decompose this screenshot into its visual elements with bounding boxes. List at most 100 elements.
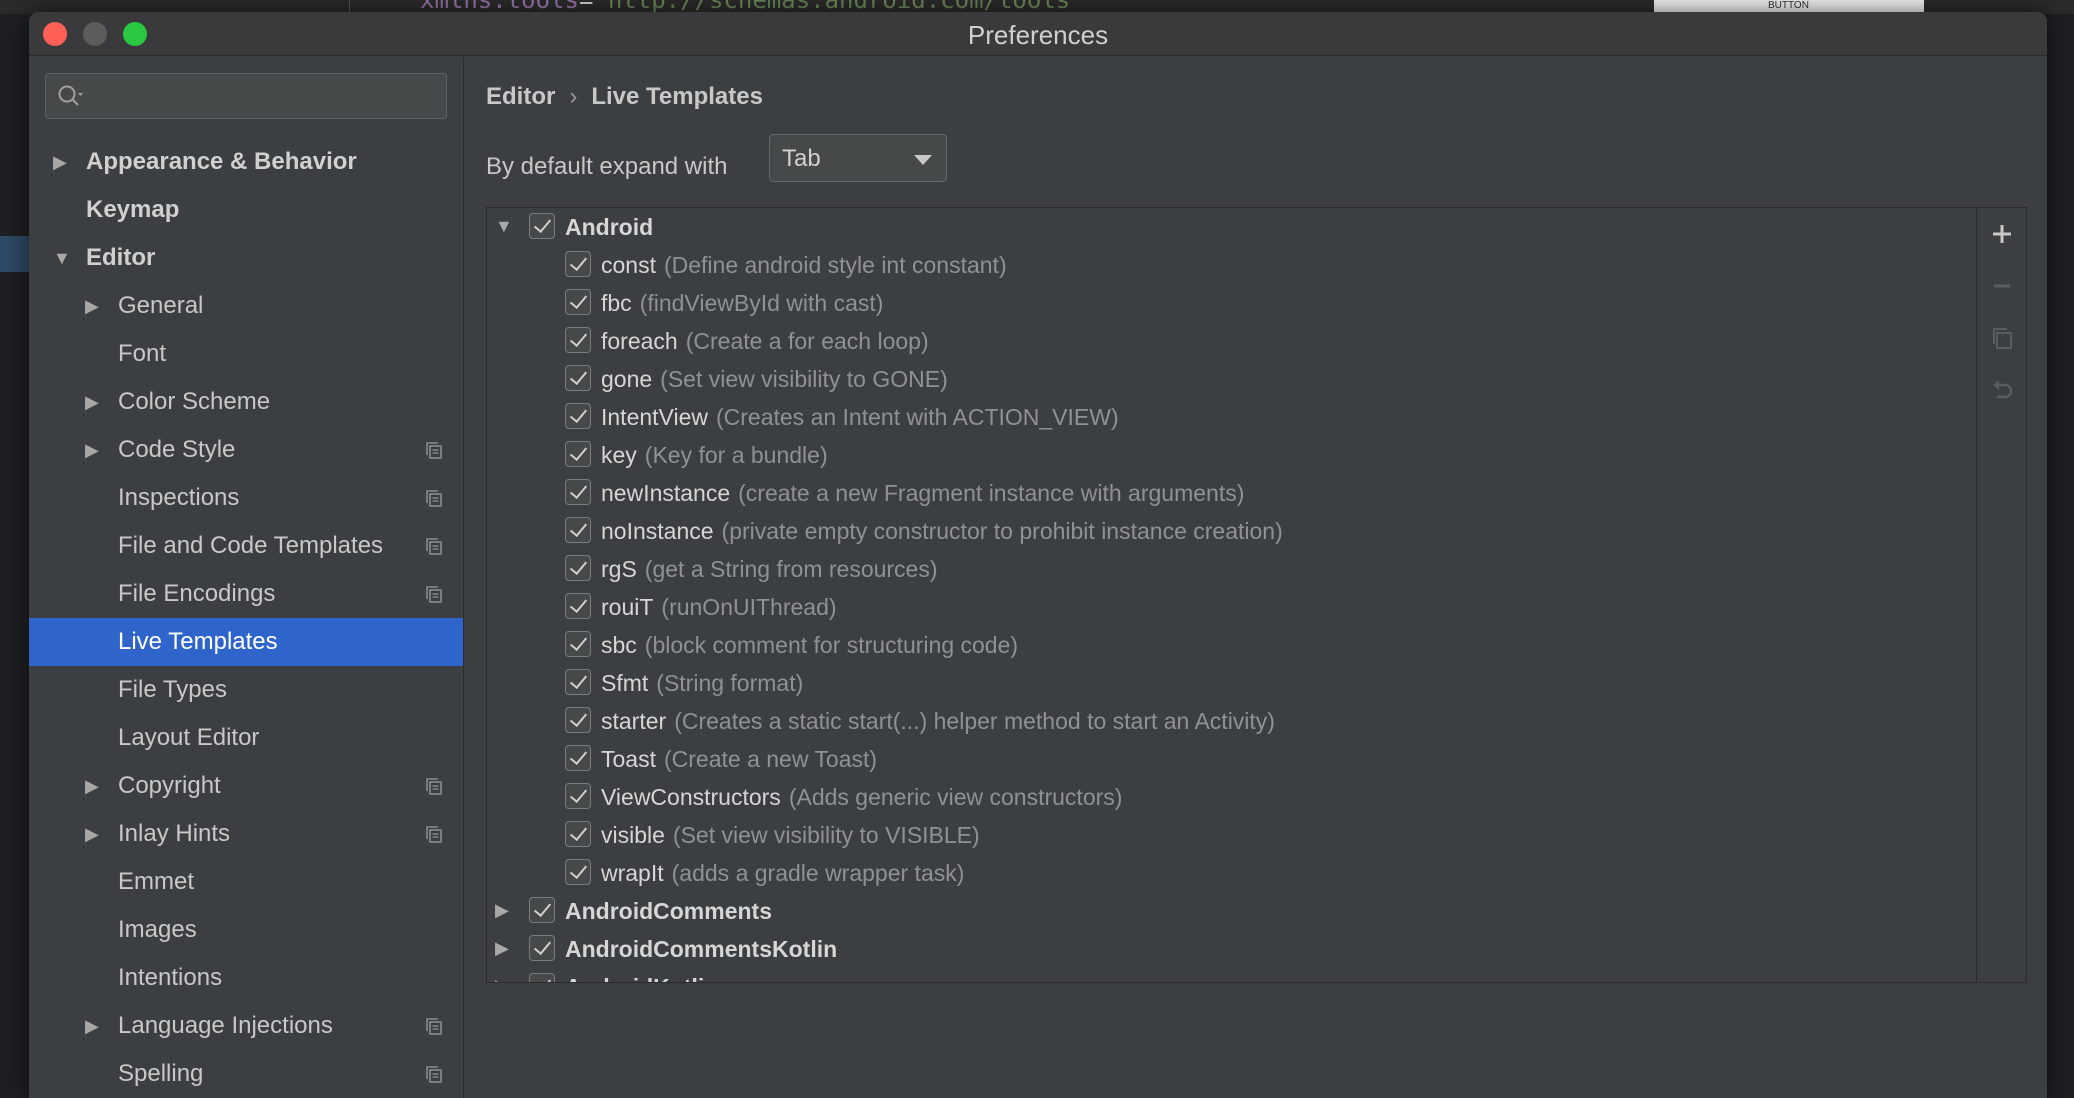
template-checkbox[interactable]: [565, 517, 591, 543]
sidebar-item-code-style[interactable]: ▶ Code Style: [29, 426, 463, 474]
chevron-right-icon[interactable]: ▶: [53, 138, 73, 186]
template-checkbox[interactable]: [565, 327, 591, 353]
chevron-down-icon[interactable]: ▼: [495, 216, 515, 237]
expand-with-label: By default expand with: [486, 153, 728, 180]
template-checkbox[interactable]: [565, 403, 591, 429]
template-label: rgS (get a String from resources): [601, 556, 938, 583]
sidebar-item-inlay-hints[interactable]: ▶ Inlay Hints: [29, 810, 463, 858]
template-group-row[interactable]: ▶ AndroidComments: [487, 892, 1975, 930]
template-checkbox[interactable]: [529, 213, 555, 239]
template-checkbox[interactable]: [565, 859, 591, 885]
sidebar-item-images[interactable]: Images: [29, 906, 463, 954]
chevron-right-icon[interactable]: ▶: [495, 900, 515, 921]
chevron-right-icon[interactable]: ▶: [85, 1002, 105, 1050]
add-icon[interactable]: [1988, 220, 2016, 248]
template-group-row[interactable]: ▶ AndroidCommentsKotlin: [487, 930, 1975, 968]
copy-icon[interactable]: [1988, 324, 2016, 352]
template-row[interactable]: ViewConstructors (Adds generic view const…: [487, 778, 1975, 816]
sidebar-item-file-and-code-templates[interactable]: File and Code Templates: [29, 522, 463, 570]
template-label: IntentView (Creates an Intent with ACTION…: [601, 404, 1119, 431]
breadcrumb-parent[interactable]: Editor: [486, 83, 555, 110]
template-checkbox[interactable]: [565, 251, 591, 277]
sidebar-item-spelling[interactable]: Spelling: [29, 1050, 463, 1098]
template-row[interactable]: Toast (Create a new Toast): [487, 740, 1975, 778]
template-row[interactable]: fbc (findViewById with cast): [487, 284, 1975, 322]
sidebar-item-label: Emmet: [118, 868, 195, 895]
template-checkbox[interactable]: [565, 555, 591, 581]
template-label: sbc (block comment for structuring code): [601, 632, 1018, 659]
template-checkbox[interactable]: [565, 707, 591, 733]
sidebar-item-copyright[interactable]: ▶ Copyright: [29, 762, 463, 810]
chevron-right-icon[interactable]: ▶: [495, 938, 515, 959]
sidebar-item-file-types[interactable]: File Types: [29, 666, 463, 714]
settings-sidebar: ▶ Appearance & Behavior Keymap ▼ Editor ▶ Gene…: [29, 57, 464, 1098]
project-scope-icon: [426, 1018, 442, 1035]
sidebar-item-intentions[interactable]: Intentions: [29, 954, 463, 1002]
template-row[interactable]: const (Define android style int constant): [487, 246, 1975, 284]
search-input[interactable]: [96, 80, 436, 112]
sidebar-item-label: Color Scheme: [118, 388, 271, 415]
settings-search[interactable]: [45, 73, 447, 119]
sidebar-item-general[interactable]: ▶ General: [29, 282, 463, 330]
sidebar-item-emmet[interactable]: Emmet: [29, 858, 463, 906]
chevron-right-icon[interactable]: ▶: [85, 426, 105, 474]
template-checkbox[interactable]: [529, 897, 555, 923]
remove-icon[interactable]: [1988, 272, 2016, 300]
chevron-right-icon[interactable]: ▶: [495, 976, 515, 982]
template-checkbox[interactable]: [565, 631, 591, 657]
sidebar-item-live-templates[interactable]: Live Templates: [29, 618, 463, 666]
sidebar-item-color-scheme[interactable]: ▶ Color Scheme: [29, 378, 463, 426]
template-checkbox[interactable]: [565, 745, 591, 771]
template-row[interactable]: rgS (get a String from resources): [487, 550, 1975, 588]
templates-list[interactable]: ▼ Android const (Define android style int c…: [487, 208, 1977, 982]
template-description: (Set view visibility to VISIBLE): [672, 822, 980, 848]
template-checkbox[interactable]: [529, 935, 555, 961]
template-checkbox[interactable]: [565, 669, 591, 695]
template-checkbox[interactable]: [565, 593, 591, 619]
project-scope-icon: [426, 826, 442, 843]
template-checkbox[interactable]: [565, 289, 591, 315]
template-row[interactable]: key (Key for a bundle): [487, 436, 1975, 474]
sidebar-item-label: File and Code Templates: [118, 532, 384, 559]
template-row[interactable]: Sfmt (String format): [487, 664, 1975, 702]
template-checkbox[interactable]: [565, 783, 591, 809]
sidebar-item-layout-editor[interactable]: Layout Editor: [29, 714, 463, 762]
template-row[interactable]: foreach (Create a for each loop): [487, 322, 1975, 360]
template-label: ViewConstructors (Adds generic view const…: [601, 784, 1122, 811]
template-group-row[interactable]: ▼ Android: [487, 208, 1975, 246]
template-row[interactable]: wrapIt (adds a gradle wrapper task): [487, 854, 1975, 892]
restore-icon[interactable]: [1988, 376, 2016, 404]
sidebar-item-file-encodings[interactable]: File Encodings: [29, 570, 463, 618]
template-row[interactable]: gone (Set view visibility to GONE): [487, 360, 1975, 398]
template-checkbox[interactable]: [565, 441, 591, 467]
template-description: (Create a new Toast): [663, 746, 878, 772]
template-checkbox[interactable]: [565, 365, 591, 391]
sidebar-item-font[interactable]: Font: [29, 330, 463, 378]
sidebar-item-language-injections[interactable]: ▶ Language Injections: [29, 1002, 463, 1050]
template-row[interactable]: newInstance (create a new Fragment instan…: [487, 474, 1975, 512]
chevron-right-icon[interactable]: ▶: [85, 378, 105, 426]
sidebar-item-label: Code Style: [118, 436, 236, 463]
sidebar-item-appearance-behavior[interactable]: ▶ Appearance & Behavior: [29, 138, 463, 186]
template-group-row[interactable]: ▶ AndroidKotlin: [487, 968, 1975, 982]
template-row[interactable]: starter (Creates a static start(...) help…: [487, 702, 1975, 740]
template-row[interactable]: visible (Set view visibility to VISIBLE): [487, 816, 1975, 854]
template-row[interactable]: rouiT (runOnUIThread): [487, 588, 1975, 626]
template-row[interactable]: IntentView (Creates an Intent with ACTION…: [487, 398, 1975, 436]
expand-with-dropdown[interactable]: Tab: [769, 134, 947, 182]
chevron-right-icon[interactable]: ▶: [85, 762, 105, 810]
template-label: AndroidKotlin: [565, 974, 718, 982]
chevron-down-icon[interactable]: ▼: [53, 234, 73, 282]
template-checkbox[interactable]: [565, 479, 591, 505]
chevron-right-icon[interactable]: ▶: [85, 810, 105, 858]
template-checkbox[interactable]: [565, 821, 591, 847]
template-abbreviation: starter: [601, 708, 667, 734]
template-row[interactable]: sbc (block comment for structuring code): [487, 626, 1975, 664]
sidebar-item-editor[interactable]: ▼ Editor: [29, 234, 463, 282]
chevron-right-icon[interactable]: ▶: [85, 282, 105, 330]
template-checkbox[interactable]: [529, 973, 555, 982]
sidebar-item-inspections[interactable]: Inspections: [29, 474, 463, 522]
template-abbreviation: const: [601, 252, 656, 278]
sidebar-item-keymap[interactable]: Keymap: [29, 186, 463, 234]
template-row[interactable]: noInstance (private empty constructor to …: [487, 512, 1975, 550]
